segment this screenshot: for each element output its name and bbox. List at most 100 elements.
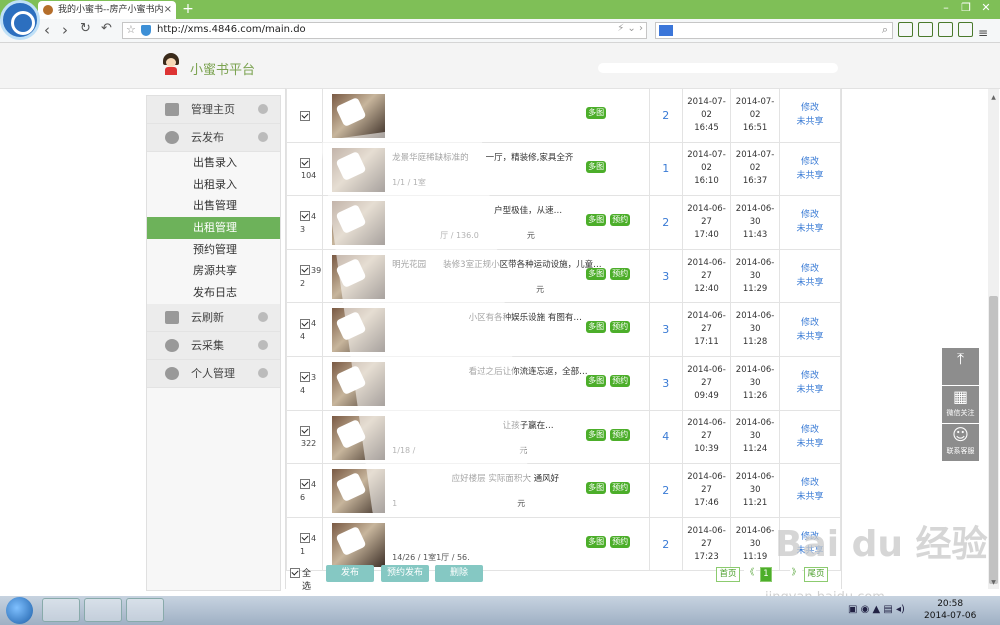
scroll-up-icon[interactable]: ▲ <box>989 94 998 102</box>
search-icon[interactable]: ⌕ <box>882 23 888 37</box>
edit-link[interactable]: 修改 <box>780 476 840 490</box>
row-checkbox[interactable] <box>300 479 310 490</box>
sidebar-item-cloud-publish[interactable]: 云发布 <box>147 124 280 152</box>
menu-icon[interactable]: ≡ <box>978 26 993 41</box>
screenshot-icon[interactable] <box>898 22 913 37</box>
back-to-top-button[interactable]: ⤒ <box>942 348 979 385</box>
next-page-button[interactable]: 》 <box>790 567 802 580</box>
edit-link[interactable]: 修改 <box>780 155 840 169</box>
start-button[interactable] <box>6 597 33 624</box>
tab-close-icon[interactable]: × <box>164 1 172 19</box>
system-tray[interactable]: ▣ ◉ ▲ ▤ ◂) <box>848 604 905 615</box>
created-clock: 16:45 <box>694 122 719 133</box>
forward-icon[interactable]: › <box>62 21 68 39</box>
share-status-link[interactable]: 未共享 <box>780 383 840 397</box>
sidebar-subitem-listing-share[interactable]: 房源共享 <box>147 260 280 282</box>
image-count: 4 <box>648 409 683 465</box>
sidebar-item-cloud-collect[interactable]: 云采集 <box>147 331 280 360</box>
clock-time: 20:58 <box>937 599 964 609</box>
sidebar-item-home[interactable]: 管理主页 <box>147 96 280 124</box>
updated-date: 2014-06-30 <box>735 311 775 335</box>
browser-tab[interactable]: 我的小蜜书--房产小蜜书内 × <box>38 1 176 19</box>
created-clock: 17:23 <box>694 551 719 562</box>
taskbar-app-icon[interactable] <box>126 598 164 622</box>
search-box[interactable]: ⌕ <box>655 22 893 39</box>
multi-image-badge: 多图 <box>586 214 607 227</box>
edit-link[interactable]: 修改 <box>780 423 840 437</box>
row-checkbox[interactable] <box>300 318 310 329</box>
sidebar-subitem-publish-log[interactable]: 发布日志 <box>147 282 280 304</box>
scrollbar-thumb[interactable] <box>989 296 998 584</box>
share-status-link[interactable]: 未共享 <box>780 115 840 129</box>
expand-icon[interactable] <box>258 367 268 378</box>
first-page-button[interactable]: 首页 <box>716 567 740 582</box>
multi-image-badge: 多图 <box>586 267 607 280</box>
share-status-link[interactable]: 未共享 <box>780 222 840 236</box>
sidebar-item-cloud-refresh[interactable]: 云刷新 <box>147 303 280 332</box>
customer-service-button[interactable]: ☺ 联系客服 <box>942 424 979 461</box>
row-checkbox[interactable] <box>300 265 310 276</box>
expand-icon[interactable] <box>258 339 268 350</box>
sidebar-subitem-rent-manage[interactable]: 出租管理 <box>147 217 280 239</box>
favorites-icon[interactable] <box>938 22 953 37</box>
row-checkbox[interactable] <box>300 157 310 168</box>
taskbar-clock[interactable]: 20:58 2014-07-06 <box>924 598 976 622</box>
url-dropdown-icon[interactable]: ⚡ ⌄ › <box>617 23 643 34</box>
undo-icon[interactable]: ↶ <box>101 21 112 36</box>
bookmark-icon[interactable] <box>918 22 933 37</box>
sidebar-item-personal[interactable]: 个人管理 <box>147 359 280 388</box>
scroll-down-icon[interactable]: ▼ <box>989 579 998 587</box>
row-checkbox[interactable] <box>300 533 310 544</box>
share-status-link[interactable]: 未共享 <box>780 490 840 504</box>
share-status-link[interactable]: 未共享 <box>780 276 840 290</box>
browser-logo-icon[interactable] <box>0 0 40 40</box>
wechat-follow-button[interactable]: ▦ 微信关注 <box>942 386 979 423</box>
share-status-link[interactable]: 未共享 <box>780 437 840 451</box>
tab-title: 我的小蜜书--房产小蜜书内 <box>58 5 164 15</box>
page-number-current[interactable]: 1 <box>760 567 772 582</box>
image-count: 3 <box>648 302 683 357</box>
search-engine-icon[interactable] <box>659 25 673 36</box>
updated-date: 2014-06-30 <box>735 471 775 495</box>
row-checkbox[interactable] <box>300 211 310 222</box>
sidebar-subitem-booking-manage[interactable]: 预约管理 <box>147 239 280 261</box>
prev-page-button[interactable]: 《 <box>744 567 756 580</box>
refresh-icon[interactable]: ↻ <box>80 21 91 36</box>
url-text[interactable]: http://xms.4846.com/main.do <box>157 24 306 35</box>
share-status-link[interactable]: 未共享 <box>780 330 840 344</box>
edit-link[interactable]: 修改 <box>780 262 840 276</box>
taskbar-browser-icon[interactable] <box>42 598 80 622</box>
minimize-icon[interactable]: – <box>936 1 956 14</box>
row-checkbox[interactable] <box>300 425 310 436</box>
new-tab-button[interactable]: + <box>180 2 196 17</box>
row-actions: 修改 未共享 <box>778 409 842 465</box>
row-actions: 修改 未共享 <box>778 355 842 411</box>
updated-time: 2014-07-02 16:51 <box>730 88 780 143</box>
close-window-icon[interactable]: ✕ <box>976 1 996 14</box>
expand-icon[interactable] <box>258 132 268 142</box>
edit-link[interactable]: 修改 <box>780 208 840 222</box>
scheduled-publish-button[interactable]: 预约发布 <box>381 565 429 582</box>
address-bar[interactable]: ☆ http://xms.4846.com/main.do ⚡ ⌄ › <box>122 22 647 39</box>
delete-button[interactable]: 删除 <box>435 565 483 582</box>
last-page-button[interactable]: 尾页 <box>804 567 828 582</box>
row-checkbox[interactable] <box>300 372 310 383</box>
edit-link[interactable]: 修改 <box>780 369 840 383</box>
back-icon[interactable]: ‹ <box>44 21 50 39</box>
expand-icon[interactable] <box>258 311 268 322</box>
row-checkbox[interactable] <box>300 110 310 121</box>
sidebar-subitem-rent-entry[interactable]: 出租录入 <box>147 174 280 196</box>
expand-icon[interactable] <box>258 104 268 114</box>
taskbar-image-icon[interactable] <box>84 598 122 622</box>
select-all-checkbox[interactable] <box>290 568 300 578</box>
edit-link[interactable]: 修改 <box>780 316 840 330</box>
share-status-link[interactable]: 未共享 <box>780 169 840 183</box>
sidebar-subitem-sale-manage[interactable]: 出售管理 <box>147 195 280 217</box>
star-icon[interactable]: ☆ <box>126 23 136 36</box>
download-icon[interactable] <box>958 22 973 37</box>
publish-button[interactable]: 发布 <box>326 565 374 582</box>
listing-info-cell: 14/26 / 1室1厅 / 56. 多图 预约 <box>322 516 650 572</box>
restore-icon[interactable]: ❐ <box>956 1 976 14</box>
sidebar-subitem-sale-entry[interactable]: 出售录入 <box>147 152 280 174</box>
edit-link[interactable]: 修改 <box>780 101 840 115</box>
